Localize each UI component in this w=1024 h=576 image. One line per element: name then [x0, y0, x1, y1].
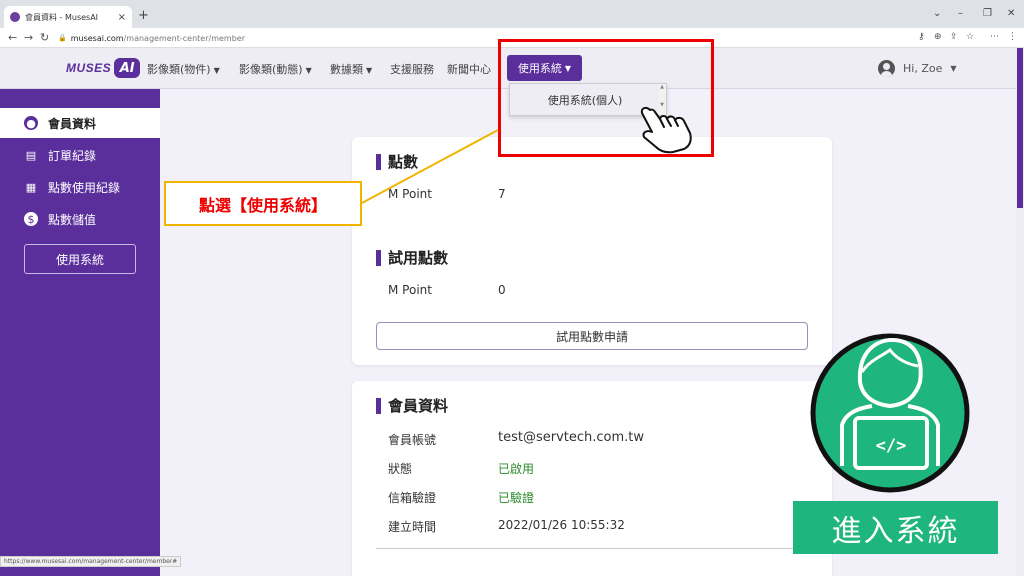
menu-kebab-icon[interactable]: ⋮ [1008, 32, 1017, 42]
lock-icon: 🔒 [58, 34, 67, 42]
member-row-label: 信箱驗證 [388, 491, 437, 505]
trial-points-title: 試用點數 [376, 247, 448, 268]
sidebar-item-label: 訂單紀錄 [48, 148, 97, 163]
member-row-label: 會員帳號 [388, 433, 437, 447]
sidebar-item-point-usage[interactable]: ▦ 點數使用紀錄 [0, 172, 160, 202]
points-card: 點數 M Point 7 試用點數 M Point 0 試用點數申請 [352, 137, 832, 365]
caret-down-icon: ▼ [305, 66, 312, 75]
points-label: M Point [388, 187, 432, 201]
url-field[interactable]: 🔒 musesai.com /management-center/member [58, 31, 920, 45]
logo-text: MUSES [66, 61, 112, 75]
highlight-box [498, 39, 714, 157]
logo-badge: AI [114, 58, 141, 78]
nav-image-motion[interactable]: 影像類(動態) ▼ [239, 61, 312, 77]
member-status-value: 已啟用 [498, 462, 535, 476]
trial-points-label: M Point [388, 283, 432, 297]
new-tab-button[interactable]: + [138, 8, 149, 23]
favicon-icon [10, 12, 20, 22]
trial-apply-button[interactable]: 試用點數申請 [376, 322, 808, 350]
person-shoulder-right [907, 404, 940, 466]
trial-points-value: 0 [498, 283, 506, 297]
avatar-icon [878, 60, 895, 77]
sidebar-item-orders[interactable]: ▤ 訂單紀錄 [0, 140, 160, 170]
sidebar-item-label: 點數使用紀錄 [48, 180, 121, 195]
musesai-logo[interactable]: MUSES AI [66, 58, 141, 78]
callout-click-use-system: 點選【使用系統】 [164, 181, 362, 226]
person-head-icon [857, 337, 923, 409]
sidebar-item-label: 會員資料 [48, 116, 97, 131]
nav-label: 新聞中心 [447, 63, 491, 76]
coin-icon: $ [24, 212, 38, 226]
member-title-text: 會員資料 [388, 397, 449, 415]
points-title: 點數 [376, 151, 418, 172]
nav-label: 支援服務 [390, 63, 434, 76]
nav-data[interactable]: 數據類 ▼ [330, 61, 372, 77]
caret-down-icon: ▼ [950, 64, 957, 73]
trial-title-text: 試用點數 [388, 249, 449, 267]
zoom-icon[interactable]: ⊕ [934, 32, 942, 42]
nav-support[interactable]: 支援服務 [390, 61, 434, 77]
key-icon[interactable]: ⚷ [918, 32, 925, 42]
enter-system-banner: 進入系統 [793, 501, 998, 554]
laptop-icon [853, 416, 929, 470]
member-title: 會員資料 [376, 395, 448, 416]
title-accent-bar [376, 397, 381, 414]
member-created-value: 2022/01/26 10:55:32 [498, 518, 625, 532]
nav-label: 影像類(動態) [239, 63, 303, 76]
points-value: 7 [498, 187, 506, 201]
scrollbar-thumb[interactable] [1017, 48, 1023, 208]
developer-illustration: </> [810, 333, 970, 493]
nav-label: 影像類(物件) [147, 63, 211, 76]
document-icon: ▤ [25, 148, 37, 162]
url-path: /management-center/member [123, 33, 245, 43]
status-bar-url: https://www.musesai.com/management-cente… [0, 556, 182, 567]
back-icon[interactable]: ← [8, 31, 17, 44]
record-icon: ▦ [25, 180, 37, 194]
code-icon: </> [876, 436, 907, 456]
url-host: musesai.com [70, 33, 124, 43]
illustration-circle [810, 333, 970, 493]
title-accent-bar [376, 249, 381, 266]
reload-icon[interactable]: ↻ [40, 31, 49, 44]
caret-down-icon: ▼ [213, 66, 220, 75]
browser-tabstrip: 會員資料 - MusesAI × + ⌄ – ❐ ✕ [0, 0, 1024, 28]
nav-news[interactable]: 新聞中心 [447, 61, 491, 77]
person-hair-icon [860, 347, 919, 373]
sidebar: ● 會員資料 ▤ 訂單紀錄 ▦ 點數使用紀錄 $ 點數儲值 使用系統 [0, 89, 160, 576]
share-icon[interactable]: ⇪ [950, 32, 958, 42]
card-divider [376, 548, 808, 549]
member-row-label: 狀態 [388, 462, 413, 476]
forward-icon[interactable]: → [24, 31, 33, 44]
member-email-verified-value: 已驗證 [498, 491, 535, 505]
sidebar-use-system-button[interactable]: 使用系統 [24, 244, 136, 274]
caret-down-icon: ▼ [366, 66, 373, 75]
nav-label: 數據類 [330, 63, 363, 76]
tab-title: 會員資料 - MusesAI [25, 12, 99, 22]
user-menu[interactable]: Hi, Zoe ▼ [878, 60, 957, 77]
points-title-text: 點數 [388, 153, 419, 171]
tab-close-icon[interactable]: × [118, 12, 126, 23]
sidebar-item-topup[interactable]: $ 點數儲值 [0, 204, 160, 234]
sidebar-item-label: 點數儲值 [48, 212, 97, 227]
restore-icon[interactable]: ❐ [983, 8, 992, 19]
member-row-label: 建立時間 [388, 520, 437, 534]
tab-search-icon[interactable]: ⌄ [933, 8, 941, 19]
person-shoulder-left [840, 404, 873, 466]
user-circle-icon: ● [24, 116, 38, 130]
page-scrollbar[interactable] [1016, 48, 1024, 576]
minimize-icon[interactable]: – [958, 8, 963, 19]
title-accent-bar [376, 153, 381, 170]
member-card: 會員資料 會員帳號 test@servtech.com.tw 狀態 已啟用 信箱… [352, 381, 832, 576]
user-greeting: Hi, Zoe [903, 62, 943, 75]
sidebar-item-member-info[interactable]: ● 會員資料 [0, 108, 160, 138]
member-account-value: test@servtech.com.tw [498, 430, 645, 445]
nav-image-object[interactable]: 影像類(物件) ▼ [147, 61, 220, 77]
extensions-icon[interactable]: ⋯ [990, 32, 999, 42]
browser-tab[interactable]: 會員資料 - MusesAI × [4, 6, 132, 28]
star-icon[interactable]: ☆ [966, 32, 974, 42]
window-close-icon[interactable]: ✕ [1007, 8, 1015, 19]
